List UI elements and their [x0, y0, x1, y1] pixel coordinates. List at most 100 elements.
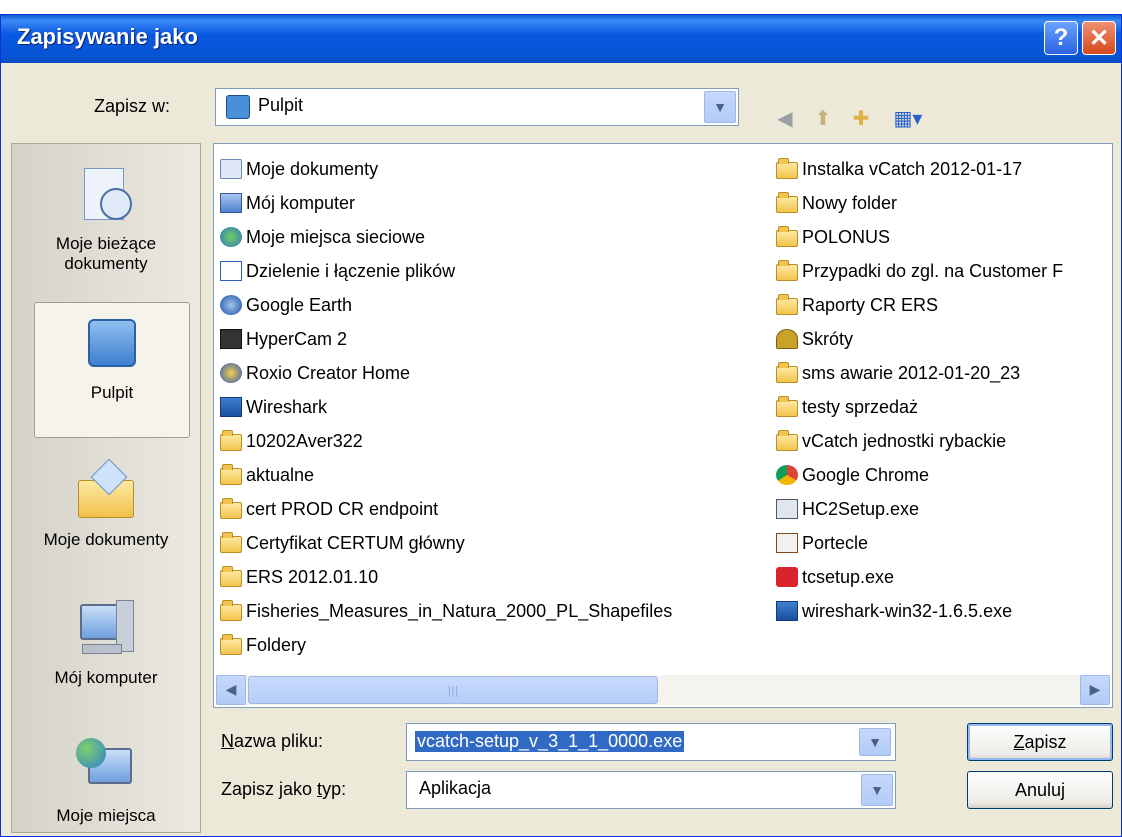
folder-icon	[220, 498, 242, 519]
list-item[interactable]: Foldery	[220, 628, 672, 662]
google-earth-icon	[220, 295, 242, 315]
list-item[interactable]: Portecle	[776, 526, 1110, 560]
file-list[interactable]: Moje dokumenty Mój komputer Moje miejsca…	[213, 143, 1113, 708]
scroll-left-icon[interactable]: ◀	[216, 675, 246, 705]
shortcuts-folder-icon	[776, 329, 798, 349]
list-item[interactable]: Skróty	[776, 322, 1110, 356]
file-list-column-1: Moje dokumenty Mój komputer Moje miejsca…	[220, 152, 672, 662]
filetype-value: Aplikacja	[419, 778, 492, 798]
folder-icon	[220, 600, 242, 621]
folder-icon	[776, 192, 798, 213]
save-as-dialog: Zapisywanie jako ? ✕ Zapisz w: Pulpit ▼ …	[0, 14, 1122, 837]
setup-icon	[776, 499, 798, 519]
place-network[interactable]: Moje miejsca	[12, 736, 200, 826]
list-item[interactable]: Raporty CR ERS	[776, 288, 1110, 322]
shortcut-icon	[220, 261, 242, 281]
recent-documents-icon	[74, 164, 138, 228]
list-item[interactable]: POLONUS	[776, 220, 1110, 254]
places-bar: Moje bieżące dokumenty Pulpit Moje dokum…	[11, 143, 201, 833]
list-item[interactable]: testy sprzedaż	[776, 390, 1110, 424]
list-item[interactable]: Fisheries_Measures_in_Natura_2000_PL_Sha…	[220, 594, 672, 628]
list-item[interactable]: Mój komputer	[220, 186, 672, 220]
list-item[interactable]: HC2Setup.exe	[776, 492, 1110, 526]
list-item[interactable]: Roxio Creator Home	[220, 356, 672, 390]
folder-icon	[776, 430, 798, 451]
scroll-right-icon[interactable]: ▶	[1080, 675, 1110, 705]
list-item[interactable]: Wireshark	[220, 390, 672, 424]
view-menu-icon[interactable]: ▦▾	[889, 105, 927, 131]
hypercam-icon	[220, 329, 242, 349]
file-list-column-2: Instalka vCatch 2012-01-17 Nowy folder P…	[776, 152, 1110, 628]
filename-label: Nazwa pliku:	[221, 731, 324, 751]
title-bar[interactable]: Zapisywanie jako ? ✕	[1, 15, 1121, 63]
filename-dropdown[interactable]: ▼	[859, 726, 893, 758]
save-in-dropdown[interactable]: Pulpit ▼	[215, 88, 739, 126]
list-item[interactable]: Instalka vCatch 2012-01-17	[776, 152, 1110, 186]
list-item[interactable]: wireshark-win32-1.6.5.exe	[776, 594, 1110, 628]
list-item[interactable]: 10202Aver322	[220, 424, 672, 458]
filename-value[interactable]: vcatch-setup_v_3_1_1_0000.exe	[415, 731, 685, 752]
place-desktop[interactable]: Pulpit	[34, 302, 190, 438]
list-item[interactable]: Przypadki do zgl. na Customer F	[776, 254, 1110, 288]
folder-icon	[220, 464, 242, 485]
scroll-thumb[interactable]: |||	[248, 676, 658, 704]
back-icon[interactable]: ◀	[771, 105, 799, 131]
portecle-icon	[776, 533, 798, 553]
up-folder-icon[interactable]: ⬆	[809, 105, 837, 131]
list-item[interactable]: sms awarie 2012-01-20_23	[776, 356, 1110, 390]
chevron-down-icon[interactable]: ▼	[859, 728, 891, 756]
place-my-documents[interactable]: Moje dokumenty	[12, 458, 200, 550]
folder-icon	[220, 566, 242, 587]
wireshark-icon	[776, 601, 798, 621]
place-label: Moje miejsca	[56, 806, 156, 825]
list-item[interactable]: Moje dokumenty	[220, 152, 672, 186]
roxio-icon	[220, 363, 242, 383]
place-label: Pulpit	[90, 383, 134, 402]
folder-icon	[776, 260, 798, 281]
new-folder-icon[interactable]: ✚	[847, 105, 875, 131]
folder-icon	[776, 396, 798, 417]
folder-icon	[776, 294, 798, 315]
cancel-button[interactable]: Anuluj	[967, 771, 1113, 809]
list-item[interactable]: HyperCam 2	[220, 322, 672, 356]
place-my-computer[interactable]: Mój komputer	[12, 598, 200, 688]
horizontal-scrollbar[interactable]: ◀ ||| ▶	[216, 675, 1110, 705]
desktop-icon	[80, 313, 144, 377]
network-icon	[220, 227, 242, 247]
dialog-title: Zapisywanie jako	[17, 24, 198, 49]
list-item[interactable]: ERS 2012.01.10	[220, 560, 672, 594]
list-item[interactable]: aktualne	[220, 458, 672, 492]
folder-icon	[220, 532, 242, 553]
wireshark-icon	[220, 397, 242, 417]
list-item[interactable]: tcsetup.exe	[776, 560, 1110, 594]
close-button[interactable]: ✕	[1082, 21, 1116, 55]
chevron-down-icon[interactable]: ▼	[704, 91, 736, 123]
list-item[interactable]: Dzielenie i łączenie plików	[220, 254, 672, 288]
list-item[interactable]: Google Earth	[220, 288, 672, 322]
folder-icon	[220, 634, 242, 655]
place-label: Moje dokumenty	[43, 530, 169, 549]
filetype-dropdown[interactable]: Aplikacja ▼	[406, 771, 896, 809]
my-computer-icon	[220, 193, 242, 213]
list-item[interactable]: Certyfikat CERTUM główny	[220, 526, 672, 560]
tcsetup-icon	[776, 567, 798, 587]
list-item[interactable]: vCatch jednostki rybackie	[776, 424, 1110, 458]
list-item[interactable]: cert PROD CR endpoint	[220, 492, 672, 526]
place-recent-documents[interactable]: Moje bieżące dokumenty	[12, 164, 200, 274]
my-documents-icon	[220, 159, 242, 179]
list-item[interactable]: Nowy folder	[776, 186, 1110, 220]
filename-input[interactable]: vcatch-setup_v_3_1_1_0000.exe ▼	[406, 723, 896, 761]
save-in-label: Zapisz w:	[94, 96, 171, 116]
my-documents-icon	[74, 458, 138, 524]
network-places-icon	[74, 736, 138, 800]
desktop-icon	[226, 95, 250, 119]
save-in-value: Pulpit	[258, 95, 304, 115]
folder-icon	[220, 430, 242, 451]
save-button[interactable]: Zapisz	[967, 723, 1113, 761]
chevron-down-icon[interactable]: ▼	[861, 774, 893, 806]
list-item[interactable]: Moje miejsca sieciowe	[220, 220, 672, 254]
folder-icon	[776, 362, 798, 383]
chrome-icon	[776, 465, 798, 485]
list-item[interactable]: Google Chrome	[776, 458, 1110, 492]
help-button[interactable]: ?	[1044, 21, 1078, 55]
